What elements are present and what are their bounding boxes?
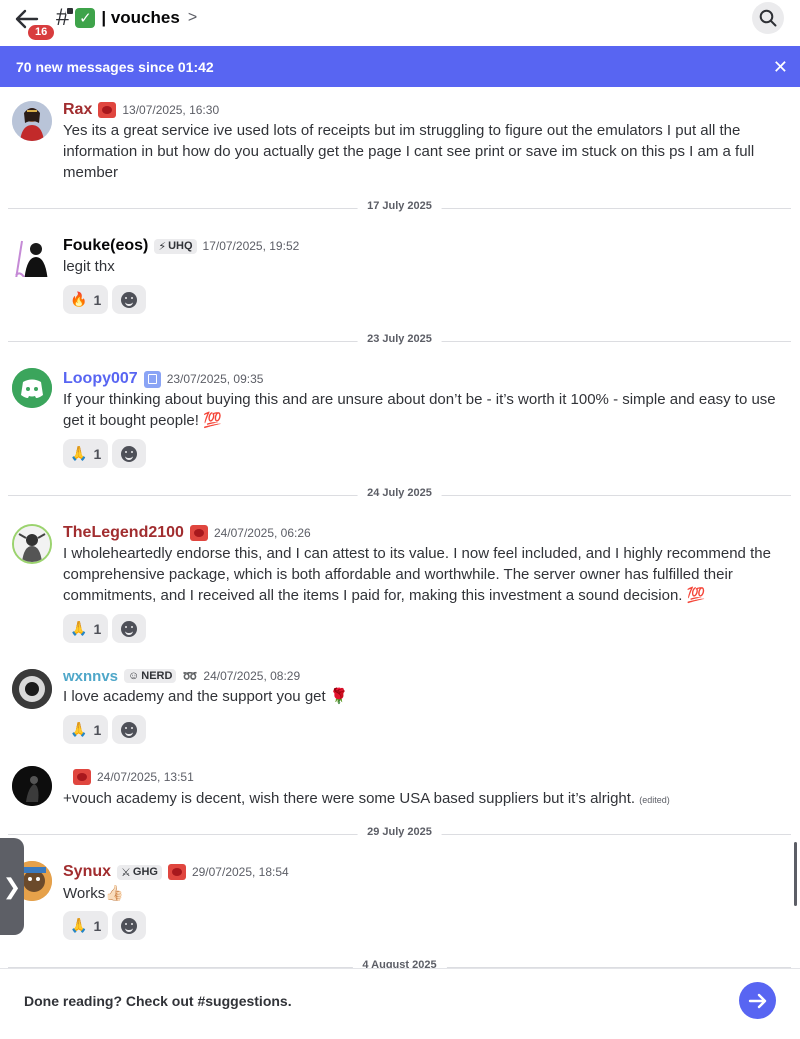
username[interactable]: Loopy007 [63,370,138,388]
date-divider: 29 July 2025 [8,826,791,838]
message-text: Yes its a great service ive used lots of… [63,122,755,181]
smiley-icon [121,620,138,637]
pray-icon: 🙏 [70,721,88,738]
username[interactable]: wxnnvs [63,668,118,685]
search-icon [759,9,777,27]
message-text: I love academy and the support you get 🌹 [63,688,349,705]
new-messages-banner[interactable]: 70 new messages since 01:42 ✕ [0,46,800,87]
message-text: I wholeheartedly endorse this, and I can… [63,545,771,604]
close-icon[interactable]: ✕ [773,57,788,78]
fire-icon: 🔥 [70,291,88,308]
edited-label: (edited) [639,795,670,805]
timestamp: 24/07/2025, 13:51 [97,770,194,784]
timestamp: 24/07/2025, 06:26 [213,526,311,540]
avatar[interactable] [12,368,52,408]
date-divider: 17 July 2025 [8,200,791,212]
pray-icon: 🙏 [70,620,88,637]
search-button[interactable] [752,2,784,34]
suggestion-text[interactable]: Done reading? Check out #suggestions. [24,993,292,1009]
server-tag: ⚔ GHG [117,864,162,880]
lightning-icon: ⚡ [158,240,167,253]
chevron-right-icon: ❯ [2,873,22,899]
add-reaction-button[interactable] [112,439,147,468]
back-button[interactable]: 16 [14,6,57,42]
avatar[interactable] [12,237,52,277]
timestamp: 17/07/2025, 19:52 [202,239,300,253]
reaction-pray[interactable]: 🙏 1 [63,715,109,744]
message-text: If your thinking about buying this and a… [63,391,776,429]
timestamp: 13/07/2025, 16:30 [122,103,220,117]
server-tag: ☺ NERD [124,669,177,683]
username[interactable]: Synux [63,863,111,881]
username[interactable]: TheLegend2100 [63,524,184,542]
server-tag: ⚡ UHQ [154,238,197,254]
check-emoji-icon: ✓ [75,8,96,28]
channel-title[interactable]: # ✓ | vouches > [56,4,197,32]
date-divider: 23 July 2025 [8,333,791,345]
sword-icon: ⚔ [121,866,131,879]
channel-header: 16 # ✓ | vouches > [0,0,800,46]
username[interactable]: Fouke(eos) [63,237,148,255]
pray-icon: 🙏 [70,445,88,462]
timestamp: 29/07/2025, 18:54 [191,865,289,879]
message-text: +vouch academy is decent, wish there wer… [63,790,670,807]
reaction-pray[interactable]: 🙏 1 [63,911,109,940]
username[interactable]: Rax [63,101,92,119]
add-reaction-button[interactable] [112,715,147,744]
channel-name: | vouches [101,8,180,27]
smiley-icon [121,445,138,462]
avatar[interactable] [12,669,52,709]
smiley-icon [121,721,138,738]
chevron-right-icon: > [187,9,198,26]
reaction-pray[interactable]: 🙏 1 [63,439,109,468]
message-text: Works👍🏻 [63,885,124,902]
message-text: legit thx [63,258,115,275]
add-reaction-button[interactable] [112,285,147,314]
hash-lock-icon: # [56,4,75,32]
timestamp: 23/07/2025, 09:35 [166,372,264,386]
new-messages-text: 70 new messages since 01:42 [16,58,214,75]
unread-badge: 16 [26,23,57,42]
add-reaction-button[interactable] [112,911,147,940]
role-icon [98,102,117,118]
avatar[interactable] [12,524,52,564]
activity-icon: ➿ [182,669,198,683]
reaction-fire[interactable]: 🔥 1 [63,285,109,314]
nerd-icon: ☺ [128,670,140,682]
role-icon [167,864,186,880]
avatar[interactable] [12,101,52,141]
role-icon [189,525,208,541]
drawer-handle[interactable]: ❯ [0,838,24,935]
scrollbar[interactable] [794,842,797,906]
reaction-pray[interactable]: 🙏 1 [63,614,109,643]
date-divider: 24 July 2025 [8,487,791,499]
pray-icon: 🙏 [70,917,88,934]
role-icon [73,769,91,785]
arrow-right-icon [748,993,766,1008]
read-prompt-bar: Done reading? Check out #suggestions. [0,968,800,1039]
add-reaction-button[interactable] [112,614,147,643]
smiley-icon [121,917,138,934]
smiley-icon [121,291,138,308]
role-icon [143,370,161,388]
go-to-channel-button[interactable] [739,982,776,1019]
avatar[interactable] [12,766,52,806]
timestamp: 24/07/2025, 08:29 [203,669,301,683]
